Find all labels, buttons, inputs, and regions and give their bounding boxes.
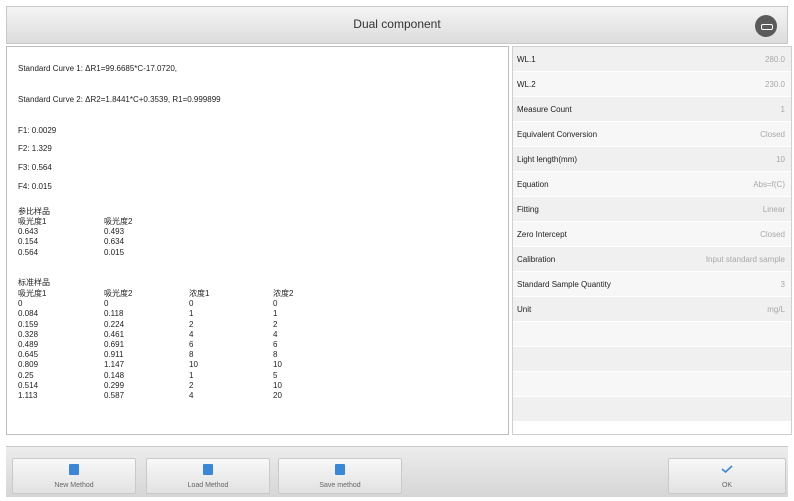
param-value: mg/L (767, 305, 785, 314)
f2-value: F2: 1.329 (18, 144, 52, 153)
param-row-zero-intercept[interactable]: Zero Intercept Closed (513, 222, 791, 247)
load-method-button[interactable]: Load Method (146, 458, 270, 494)
check-icon (721, 465, 733, 473)
param-value: 10 (776, 155, 785, 164)
param-label: Fitting (517, 205, 539, 214)
param-row-wl2[interactable]: WL.2 230.0 (513, 72, 791, 97)
param-row-empty (513, 372, 791, 397)
param-row-measure-count[interactable]: Measure Count 1 (513, 97, 791, 122)
param-label: Unit (517, 305, 532, 314)
param-row-calibration[interactable]: Calibration Input standard sample (513, 247, 791, 272)
param-row-empty (513, 397, 791, 422)
param-row-wl1[interactable]: WL.1 280.0 (513, 47, 791, 72)
reference-absorbance-1-column: 吸光度1 0.643 0.154 0.564 (18, 217, 47, 257)
ok-button[interactable]: OK (668, 458, 786, 494)
param-value: 230.0 (764, 80, 785, 89)
f3-value: F3: 0.564 (18, 163, 52, 172)
reference-sample-title: 参比样品 (18, 207, 50, 216)
f1-value: F1: 0.0029 (18, 126, 57, 135)
document-icon (203, 464, 213, 475)
title-bar: Dual component (6, 6, 788, 44)
save-method-button[interactable]: Save method (278, 458, 402, 494)
standard-sample-title: 标准样品 (18, 278, 50, 287)
param-row-standard-sample-quantity[interactable]: Standard Sample Quantity 3 (513, 272, 791, 297)
param-label: Equation (517, 180, 549, 189)
standard-absorbance-1-column: 吸光度1 0 0.084 0.159 0.328 0.489 0.645 0.8… (18, 289, 47, 401)
param-value: Abs=f(C) (753, 180, 785, 189)
parameter-panel: WL.1 280.0 WL.2 230.0 Measure Count 1 Eq… (512, 46, 792, 435)
new-method-label: New Method (54, 482, 94, 489)
standard-concentration-2-column: 浓度2 0 1 2 4 6 8 10 5 10 20 (273, 289, 294, 401)
f4-value: F4: 0.015 (18, 182, 52, 191)
new-method-button[interactable]: New Method (12, 458, 136, 494)
load-method-label: Load Method (187, 482, 229, 489)
param-label: WL.2 (517, 80, 536, 89)
standard-absorbance-2-column: 吸光度2 0 0.118 0.224 0.461 0.691 0.911 1.1… (104, 289, 133, 401)
param-row-empty (513, 322, 791, 347)
param-row-equivalent-conversion[interactable]: Equivalent Conversion Closed (513, 122, 791, 147)
param-value: 280.0 (764, 55, 785, 64)
standard-curve-1: Standard Curve 1: ΔR1=99.6685*C-17.0720, (18, 64, 178, 73)
param-label: Calibration (517, 255, 556, 264)
param-row-unit[interactable]: Unit mg/L (513, 297, 791, 322)
param-label: Zero Intercept (517, 230, 567, 239)
param-label: Equivalent Conversion (517, 130, 598, 139)
param-label: WL.1 (517, 55, 536, 64)
param-value: Closed (760, 130, 785, 139)
back-icon[interactable] (755, 15, 777, 37)
document-icon (335, 464, 345, 475)
standard-concentration-1-column: 浓度1 0 1 2 4 6 8 10 1 2 4 (189, 289, 210, 401)
param-label: Light length(mm) (517, 155, 578, 164)
param-label: Measure Count (517, 105, 572, 114)
save-method-label: Save method (319, 482, 361, 489)
param-row-equation[interactable]: Equation Abs=f(C) (513, 172, 791, 197)
standard-curve-2: Standard Curve 2: ΔR2=1.8441*C+0.3539, R… (18, 95, 221, 104)
param-row-light-length[interactable]: Light length(mm) 10 (513, 147, 791, 172)
param-row-fitting[interactable]: Fitting Linear (513, 197, 791, 222)
document-icon (69, 464, 79, 475)
reference-absorbance-2-column: 吸光度2 0.493 0.634 0.015 (104, 217, 133, 257)
ok-label: OK (721, 482, 733, 489)
param-value: Closed (760, 230, 785, 239)
param-label: Standard Sample Quantity (517, 280, 611, 289)
param-row-empty (513, 347, 791, 372)
param-value: Input standard sample (705, 255, 785, 264)
param-value: 3 (780, 280, 785, 289)
result-panel: Standard Curve 1: ΔR1=99.6685*C-17.0720,… (6, 46, 509, 435)
param-value: 1 (780, 105, 785, 114)
window-title: Dual component (353, 17, 441, 31)
param-value: Linear (762, 205, 785, 214)
